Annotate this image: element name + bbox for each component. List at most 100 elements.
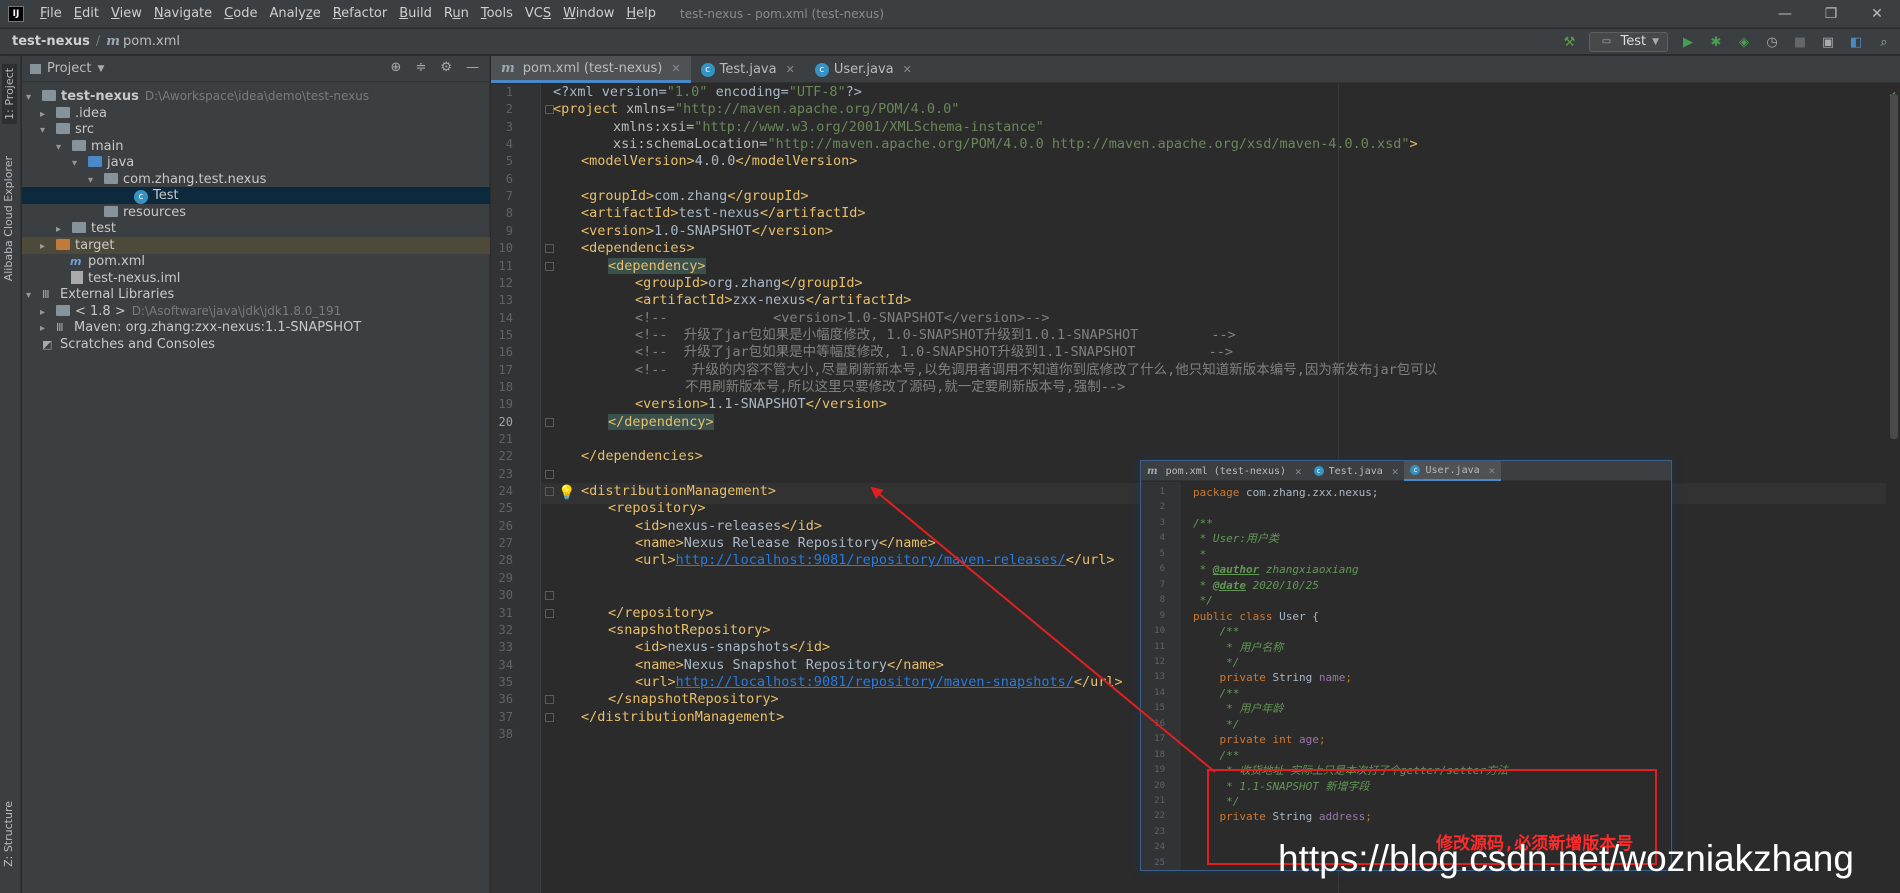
expanded-arrow-icon[interactable]: ▾ — [26, 287, 40, 304]
profile-icon[interactable]: ◷ — [1764, 34, 1780, 50]
expanded-arrow-icon[interactable]: ▾ — [40, 122, 54, 139]
code-token: 1.1-SNAPSHOT — [708, 396, 806, 413]
maven-file-icon: m — [1147, 465, 1158, 477]
minimize-icon[interactable]: — — [1762, 0, 1808, 28]
tree-main[interactable]: ▾ main — [22, 138, 490, 155]
fold-marker-icon[interactable] — [545, 712, 554, 722]
expanded-arrow-icon[interactable]: ▾ — [72, 155, 86, 172]
tree-idea[interactable]: ▸ .idea — [22, 105, 490, 122]
code-token: <!-- 升级的内容不管大小,尽量刷新新本号,以免调用者调用不知道你到底修改了什… — [635, 361, 1438, 378]
coverage-icon[interactable]: ◈ — [1736, 34, 1752, 50]
collapsed-arrow-icon[interactable]: ▸ — [56, 221, 70, 238]
run-config-icon: ▭ — [1601, 36, 1612, 47]
tree-test[interactable]: ▸ test — [22, 220, 490, 237]
tab-alibaba-cloud[interactable]: Alibaba Cloud Explorer — [2, 156, 15, 281]
tree-scratches[interactable]: ◩ Scratches and Consoles — [22, 336, 490, 353]
tree-iml[interactable]: test-nexus.iml — [22, 270, 490, 287]
fold-marker-icon[interactable] — [545, 591, 554, 601]
menu-code[interactable]: Code — [218, 6, 263, 21]
editor-scrollbar[interactable]: ✔ — [1886, 84, 1900, 893]
menu-window[interactable]: Window — [557, 6, 620, 21]
tree-src[interactable]: ▾ src — [22, 121, 490, 138]
code-token: </url> — [1073, 673, 1123, 690]
fold-marker-icon[interactable] — [545, 608, 554, 618]
menu-help[interactable]: Help — [620, 6, 662, 21]
fold-marker-icon[interactable] — [545, 487, 554, 497]
scroll-thumb[interactable] — [1890, 94, 1898, 439]
overlay-code-line: */ — [1193, 593, 1213, 608]
collapsed-arrow-icon[interactable]: ▸ — [40, 320, 54, 337]
tree-target[interactable]: ▸ target — [22, 236, 490, 255]
code-line: <modelVersion>4.0.0</modelVersion> — [581, 153, 857, 170]
fold-marker-icon[interactable] — [545, 469, 554, 479]
close-icon: ✕ — [1295, 464, 1302, 478]
close-icon[interactable]: ✕ — [786, 63, 795, 76]
menu-tools[interactable]: Tools — [475, 6, 519, 21]
menu-view[interactable]: View — [105, 6, 148, 21]
line-number: 19 — [498, 397, 513, 412]
intention-bulb-icon[interactable]: 💡 — [558, 485, 575, 501]
folder-icon — [56, 304, 70, 316]
tab-label: pom.xml (test-nexus) — [522, 60, 663, 76]
menu-refactor[interactable]: Refactor — [327, 6, 394, 21]
hide-icon[interactable]: — — [466, 60, 479, 75]
debug-icon[interactable]: ✱ — [1708, 34, 1724, 50]
tree-external-libraries[interactable]: ▾ Ⅲ External Libraries — [22, 286, 490, 303]
tab-pom-xml[interactable]: m pom.xml (test-nexus) ✕ — [491, 56, 691, 83]
run-icon[interactable]: ▶ — [1680, 34, 1696, 50]
code-line: <!-- 升级的内容不管大小,尽量刷新新本号,以免调用者调用不知道你到底修改了什… — [635, 362, 1437, 379]
fold-marker-icon[interactable] — [545, 695, 554, 705]
folder-icon — [42, 90, 56, 101]
project-structure-icon[interactable]: ▣ — [1820, 34, 1836, 50]
breadcrumb-project[interactable]: test-nexus — [12, 34, 90, 49]
collapsed-arrow-icon[interactable]: ▸ — [40, 106, 54, 123]
tab-project-tool[interactable]: 1: Project — [2, 64, 17, 124]
locate-icon[interactable]: ⊕ — [391, 60, 402, 75]
expanded-arrow-icon[interactable]: ▾ — [88, 172, 102, 189]
close-icon[interactable]: ✕ — [903, 63, 912, 76]
gear-icon[interactable]: ⚙ — [440, 60, 452, 75]
collapse-all-icon[interactable]: ≑ — [415, 60, 426, 75]
breadcrumb-file[interactable]: pom.xml — [123, 34, 180, 49]
menu-run[interactable]: Run — [438, 6, 475, 21]
tab-test-java[interactable]: c Test.java ✕ — [691, 56, 805, 83]
menu-file[interactable]: File — [34, 6, 68, 21]
tree-jdk[interactable]: ▸ < 1.8 > D:\Asoftware\java\jdk\jdk1.8.0_1… — [22, 303, 490, 320]
tree-java[interactable]: ▾ java — [22, 154, 490, 171]
translate-icon[interactable]: ◧ — [1848, 34, 1864, 50]
close-icon[interactable]: ✕ — [1854, 0, 1900, 28]
expanded-arrow-icon[interactable]: ▾ — [26, 89, 40, 106]
tab-user-java[interactable]: c User.java ✕ — [805, 56, 922, 83]
chevron-down-icon[interactable]: ▼ — [97, 64, 104, 74]
line-number: 33 — [498, 640, 513, 655]
menu-vcs[interactable]: VCS — [519, 6, 557, 21]
search-everywhere-icon[interactable]: ⌕ — [1876, 34, 1892, 50]
menu-edit[interactable]: Edit — [68, 6, 105, 21]
overlay-line-number: 6 — [1159, 564, 1165, 575]
tab-structure[interactable]: Z: Structure — [2, 801, 15, 867]
build-hammer-icon[interactable]: ⚒ — [1561, 34, 1577, 50]
project-panel: Project ▼ ⊕ ≑ ⚙ — ▾ test-nexus D:\Aworkspa… — [22, 56, 490, 893]
tree-package[interactable]: ▾ com.zhang.test.nexus — [22, 171, 490, 188]
tree-maven-lib[interactable]: ▸ Ⅲ Maven: org.zhang:zxx-nexus:1.1-SNAPSHO… — [22, 319, 490, 336]
tree-resources[interactable]: resources — [22, 204, 490, 221]
menu-build[interactable]: Build — [393, 6, 438, 21]
tree-pom-xml[interactable]: m pom.xml — [22, 253, 490, 270]
expanded-arrow-icon[interactable]: ▾ — [56, 139, 70, 156]
menu-analyze[interactable]: Analyze — [263, 6, 326, 21]
fold-marker-icon[interactable] — [545, 244, 554, 254]
menu-navigate[interactable]: Navigate — [148, 6, 218, 21]
code-token: </snapshotRepository> — [608, 691, 779, 708]
tree-root-test-nexus[interactable]: ▾ test-nexus D:\Aworkspace\idea\demo\test-… — [22, 88, 490, 105]
collapsed-arrow-icon[interactable]: ▸ — [40, 304, 54, 321]
tree-test-class[interactable]: c Test — [22, 187, 490, 204]
collapsed-arrow-icon[interactable]: ▸ — [40, 238, 54, 255]
fold-marker-icon[interactable] — [545, 417, 554, 427]
stop-icon[interactable]: ■ — [1792, 34, 1808, 50]
code-token: > — [1409, 136, 1418, 153]
run-configuration-select[interactable]: ▭ Test ▼ — [1589, 32, 1668, 52]
fold-marker-icon[interactable] — [545, 261, 554, 271]
close-icon[interactable]: ✕ — [671, 62, 680, 75]
maximize-icon[interactable]: ❐ — [1808, 0, 1854, 28]
project-panel-title[interactable]: Project — [47, 61, 91, 76]
